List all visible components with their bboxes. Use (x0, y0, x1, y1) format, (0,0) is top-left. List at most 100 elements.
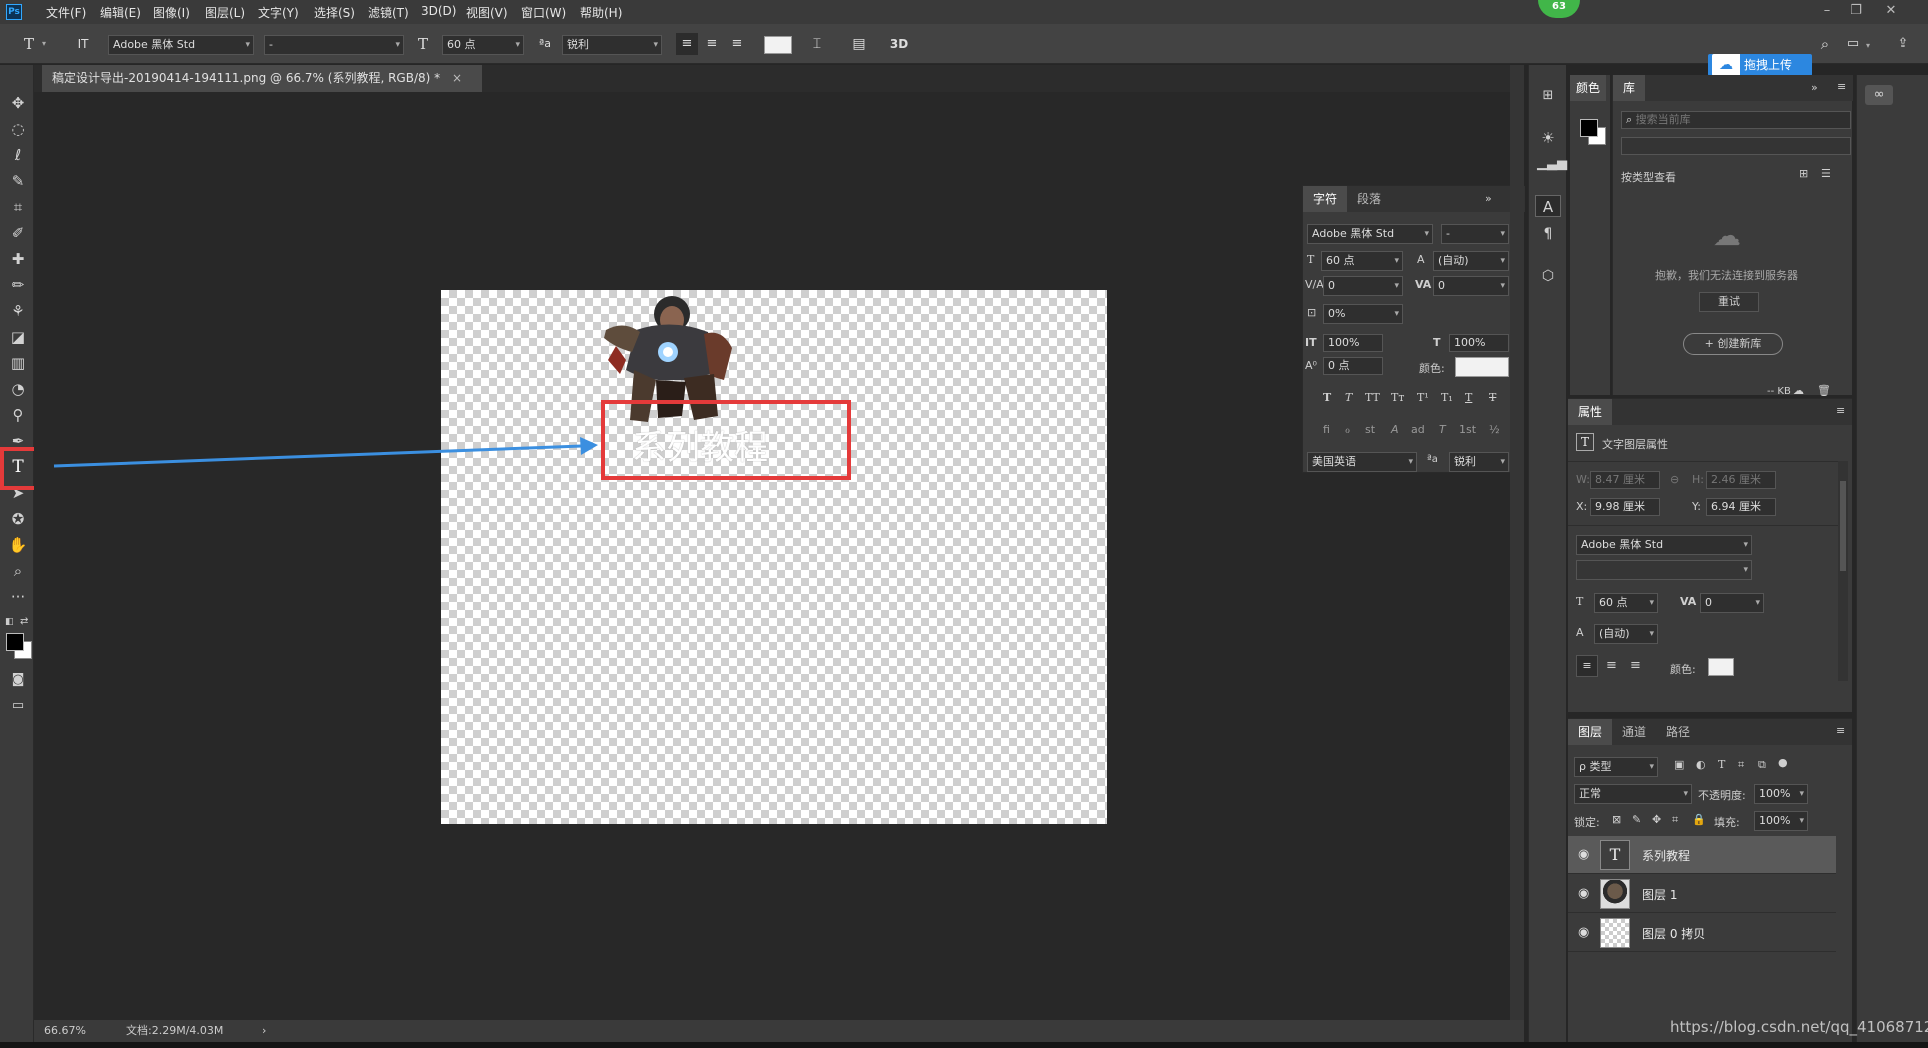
marquee-icon[interactable]: ◌ (7, 118, 29, 140)
opacity-input[interactable]: 100% ▾ (1754, 784, 1808, 804)
menu-layer[interactable]: 图层(L) (205, 4, 245, 21)
prop-font-style-select[interactable]: ▾ (1576, 560, 1752, 580)
char-tracking-select[interactable]: 0 ▾ (1433, 276, 1509, 296)
properties-scrollbar[interactable] (1838, 461, 1848, 681)
titling-alternates-icon[interactable]: T (1439, 423, 1446, 436)
align-left-icon[interactable]: ≡ (676, 33, 698, 55)
share-icon[interactable]: ⇪ (1892, 33, 1914, 55)
faux-italic-icon[interactable]: T (1345, 391, 1352, 404)
menu-view[interactable]: 视图(V) (466, 4, 508, 21)
discretionary-ligatures-icon[interactable]: st (1365, 423, 1375, 436)
panel-collapse-icon[interactable]: » (1811, 81, 1818, 94)
prop-leading-select[interactable]: (自动) ▾ (1594, 624, 1658, 644)
adjustments-icon[interactable]: ☀ (1537, 127, 1559, 149)
eraser-icon[interactable]: ◪ (7, 326, 29, 348)
ligatures-icon[interactable]: ﬁ (1323, 423, 1330, 436)
panel-menu-icon[interactable]: ≡ (1836, 404, 1845, 417)
lasso-icon[interactable]: ℓ (7, 144, 29, 166)
close-window-icon[interactable]: ✕ (1880, 1, 1902, 21)
prop-color-swatch[interactable] (1708, 658, 1734, 676)
font-size-select[interactable]: 60 点 ▾ (442, 35, 524, 55)
blend-mode-select[interactable]: 正常 ▾ (1574, 784, 1692, 804)
filter-toggle-icon[interactable]: ● (1778, 756, 1788, 769)
font-family-select[interactable]: Adobe 黑体 Std ▾ (108, 35, 254, 55)
quick-mask-icon[interactable]: ◙ (7, 669, 29, 691)
menu-window[interactable]: 窗口(W) (521, 4, 566, 21)
swash-icon[interactable]: A (1391, 423, 1399, 436)
prop-align-right-icon[interactable]: ≡ (1630, 658, 1641, 673)
fractions-icon[interactable]: ½ (1489, 423, 1500, 436)
menu-help[interactable]: 帮助(H) (580, 4, 622, 21)
width-input[interactable]: 8.47 厘米 (1590, 471, 1660, 489)
layer-row-text[interactable]: ◉ T 系列教程 (1568, 836, 1836, 874)
y-input[interactable]: 6.94 厘米 (1706, 498, 1776, 516)
minimize-icon[interactable]: – (1816, 1, 1838, 21)
quick-select-icon[interactable]: ✎ (7, 170, 29, 192)
language-select[interactable]: 美国英语 ▾ (1307, 452, 1417, 472)
tab-character[interactable]: 字符 (1303, 186, 1348, 212)
search-icon[interactable]: ⌕ (1814, 33, 1836, 55)
menu-3d[interactable]: 3D(D) (421, 4, 456, 18)
color-fg-swatch[interactable] (1580, 119, 1598, 137)
healing-brush-icon[interactable]: ✚ (7, 248, 29, 270)
lock-position-icon[interactable]: ✥ (1652, 813, 1661, 826)
gradient-icon[interactable]: ▥ (7, 352, 29, 374)
superscript-icon[interactable]: T¹ (1417, 391, 1429, 404)
layer-row-image[interactable]: ◉ 图层 1 (1568, 875, 1836, 913)
layer-name[interactable]: 系列教程 (1642, 847, 1690, 864)
character-panel-icon[interactable]: A (1535, 195, 1561, 217)
align-right-icon[interactable]: ≡ (726, 33, 748, 55)
prop-font-size-select[interactable]: 60 点 ▾ (1594, 593, 1658, 613)
close-tab-icon[interactable]: × (452, 71, 462, 85)
cloud-sync-icon[interactable]: ☁ (1793, 384, 1804, 397)
antialias-select[interactable]: 锐利 ▾ (562, 35, 662, 55)
prop-align-left-icon[interactable]: ≡ (1576, 655, 1598, 677)
lock-all-icon[interactable]: 🔒 (1692, 813, 1706, 826)
text-orientation-icon[interactable]: IT (72, 33, 94, 55)
filter-shape-icon[interactable]: ⌗ (1738, 758, 1744, 772)
prop-align-center-icon[interactable]: ≡ (1606, 658, 1617, 673)
tab-library[interactable]: 库 (1613, 75, 1646, 101)
char-font-style-select[interactable]: - ▾ (1441, 224, 1509, 244)
tab-channels[interactable]: 通道 (1612, 719, 1656, 745)
document-tab[interactable]: 稿定设计导出-20190414-194111.png @ 66.7% (系列教程… (42, 65, 482, 92)
status-menu-arrow-icon[interactable]: › (262, 1020, 266, 1042)
vertical-scrollbar[interactable] (1510, 65, 1524, 1020)
crop-icon[interactable]: ⌗ (7, 196, 29, 218)
filter-pixel-icon[interactable]: ▣ (1674, 758, 1684, 771)
type-tool-preset-icon[interactable]: T (18, 33, 40, 55)
layer-row-copy[interactable]: ◉ 图层 0 拷贝 (1568, 914, 1836, 952)
hand-icon[interactable]: ✋ (7, 534, 29, 556)
creative-cloud-icon[interactable]: ∞ (1865, 85, 1893, 105)
move-icon[interactable]: ✥ (7, 92, 29, 114)
faux-bold-icon[interactable]: T (1323, 391, 1331, 404)
tab-properties[interactable]: 属性 (1568, 399, 1613, 425)
zoom-level[interactable]: 66.67% (44, 1020, 86, 1042)
zoom-icon[interactable]: ⌕ (7, 560, 29, 582)
align-center-icon[interactable]: ≡ (701, 33, 723, 55)
tab-paths[interactable]: 路径 (1656, 719, 1700, 745)
prop-tracking-select[interactable]: 0 ▾ (1700, 593, 1764, 613)
document-canvas[interactable] (441, 290, 1107, 824)
menu-image[interactable]: 图像(I) (153, 4, 190, 21)
default-colors-icon[interactable]: ◧ (5, 617, 14, 627)
dodge-icon[interactable]: ⚲ (7, 404, 29, 426)
small-caps-icon[interactable]: Tт (1391, 391, 1404, 404)
x-input[interactable]: 9.98 厘米 (1590, 498, 1660, 516)
list-view-icon[interactable]: ☰ (1821, 167, 1831, 180)
tab-layers[interactable]: 图层 (1568, 719, 1613, 745)
char-vscale-input[interactable]: 100% (1323, 334, 1383, 352)
notification-badge[interactable]: 63 (1538, 0, 1580, 18)
menu-select[interactable]: 选择(S) (314, 4, 355, 21)
menu-type[interactable]: 文字(Y) (258, 4, 299, 21)
library-select[interactable] (1621, 137, 1851, 155)
char-baseline-input[interactable]: 0 点 (1323, 357, 1383, 375)
filter-adjustment-icon[interactable]: ◐ (1696, 758, 1706, 771)
3d-cube-icon[interactable]: ⬡ (1537, 265, 1559, 287)
layer-name[interactable]: 图层 0 拷贝 (1642, 925, 1705, 942)
eyedropper-icon[interactable]: ✐ (7, 222, 29, 244)
workspace-chevron-icon[interactable]: ▾ (1866, 41, 1870, 50)
library-view-by[interactable]: 按类型查看 (1621, 169, 1676, 185)
restore-icon[interactable]: ❐ (1845, 1, 1867, 21)
all-caps-icon[interactable]: TT (1365, 391, 1380, 404)
